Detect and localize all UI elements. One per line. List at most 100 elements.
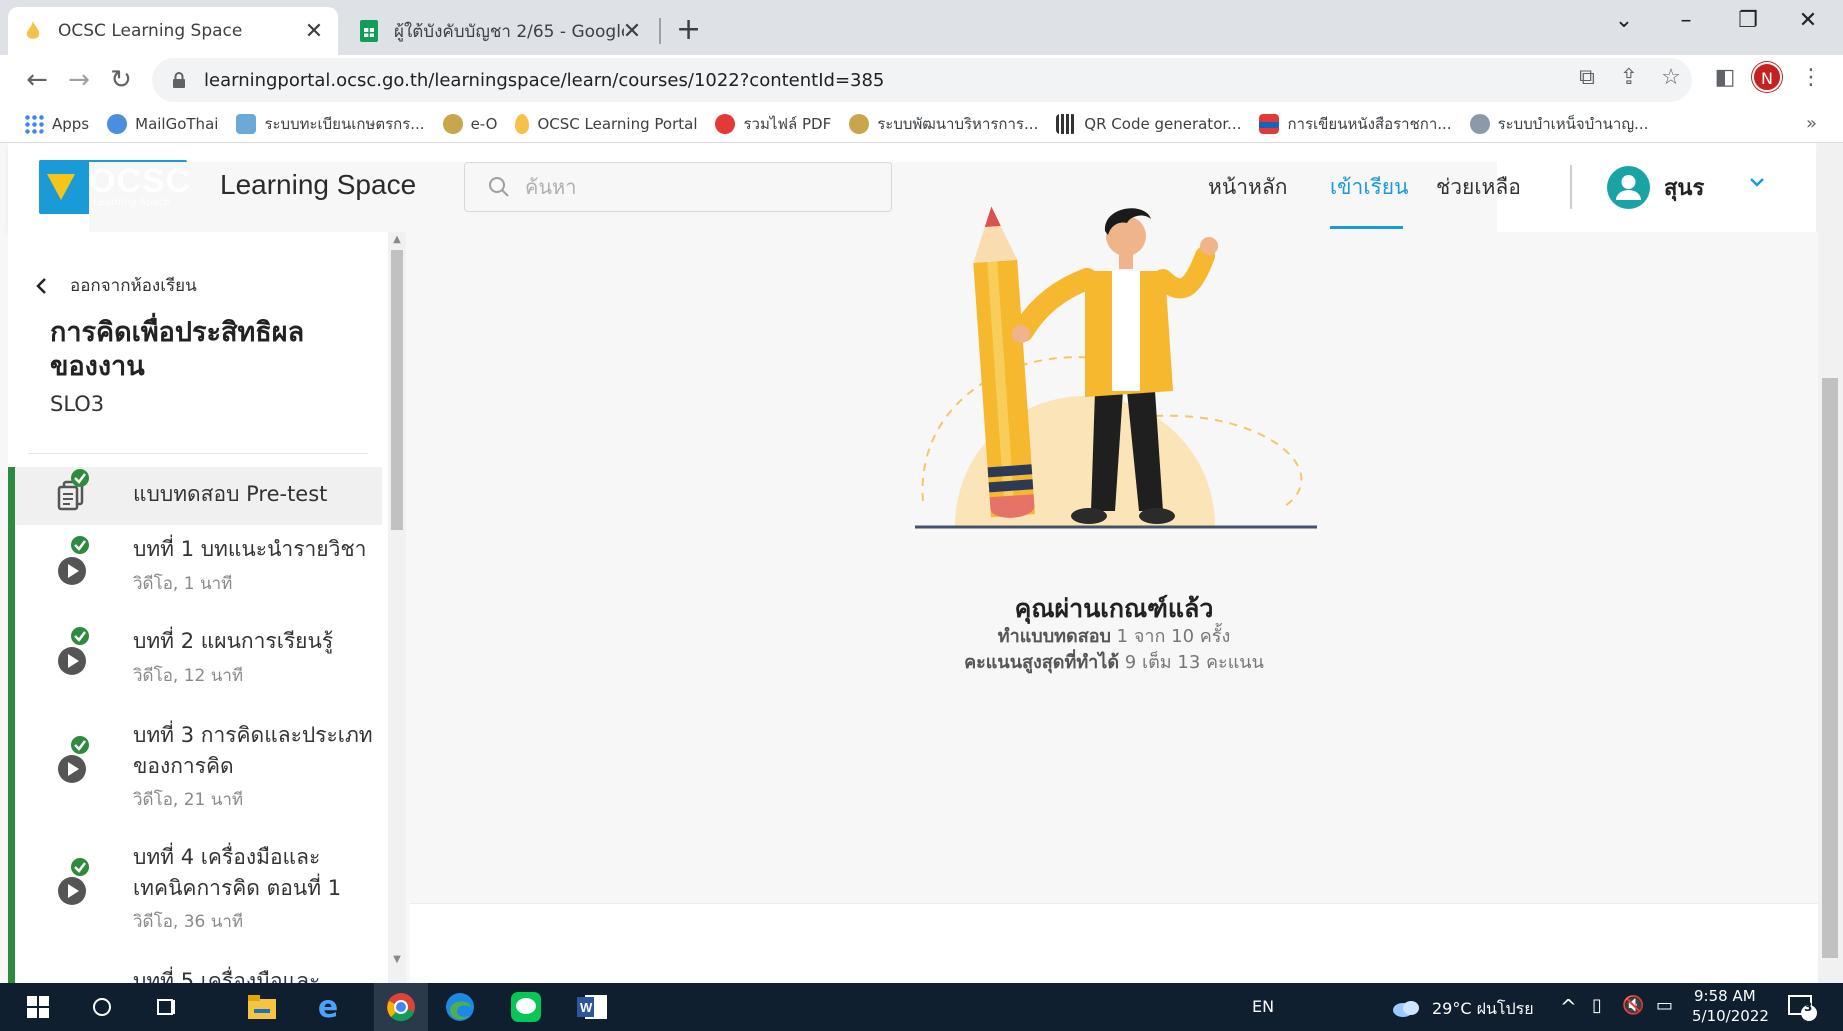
side-panel-icon[interactable]: ◧ — [1710, 65, 1740, 90]
browser-tab-ocsc[interactable]: OCSC Learning Space ✕ — [8, 7, 338, 55]
minimize-icon[interactable]: – — [1666, 8, 1706, 33]
course-code: SLO3 — [50, 392, 105, 416]
lesson-item-5[interactable]: บทที่ 5 เครื่องมือและ — [15, 960, 382, 983]
search-circle-icon[interactable] — [86, 991, 118, 1023]
bookmark-ocsc-portal[interactable]: OCSC Learning Portal — [515, 113, 697, 134]
url-text: learningportal.ocsc.go.th/learningspace/… — [204, 69, 885, 91]
profile-avatar[interactable]: N — [1752, 62, 1782, 92]
ocsc-logo[interactable]: OCSC Learning Space — [39, 160, 1497, 913]
chevron-up-icon[interactable]: ^ — [1560, 995, 1577, 1019]
share-icon[interactable]: ⇪ — [1614, 65, 1644, 90]
tab-separator — [659, 18, 661, 44]
lesson-meta: วิดีโอ, 12 นาที — [133, 666, 244, 686]
nav-enroll[interactable]: เข้าเรียน — [1330, 171, 1408, 204]
network-icon[interactable]: ▭ — [1656, 995, 1673, 1016]
task-view-icon[interactable] — [150, 991, 182, 1023]
chrome-icon[interactable] — [385, 991, 417, 1023]
nav-help[interactable]: ช่วยเหลือ — [1436, 171, 1521, 204]
edge-icon[interactable] — [444, 991, 476, 1023]
course-title: การคิดเพื่อประสิทธิผลของงาน — [50, 317, 305, 382]
tab-title: OCSC Learning Space — [58, 21, 243, 41]
bookmark-pdf[interactable]: รวมไฟล์ PDF — [715, 112, 831, 136]
notification-icon[interactable] — [1786, 991, 1818, 1023]
username[interactable]: สุนร — [1664, 170, 1704, 205]
page-scroll-thumb[interactable] — [1822, 378, 1838, 958]
bookmark-qr-code[interactable]: QR Code generator... — [1056, 113, 1241, 134]
sidebar-scroll-thumb[interactable] — [391, 250, 403, 530]
back-icon[interactable]: ← — [20, 63, 54, 97]
restore-icon[interactable]: ❐ — [1728, 8, 1768, 33]
close-window-icon[interactable]: ✕ — [1788, 8, 1828, 33]
line-icon[interactable] — [510, 991, 542, 1023]
user-avatar-icon[interactable] — [1607, 166, 1650, 209]
kebab-menu-icon[interactable]: ⋮ — [1796, 65, 1826, 90]
exit-classroom-link[interactable]: ออกจากห้องเรียน — [34, 272, 197, 299]
reload-icon[interactable]: ↻ — [104, 63, 138, 97]
lesson-item-pretest[interactable]: แบบทดสอบ Pre-test — [15, 467, 382, 525]
word-icon[interactable]: W — [576, 991, 608, 1023]
clock-time[interactable]: 9:58 AM — [1694, 987, 1756, 1005]
flame-icon — [515, 113, 530, 134]
attempts-value: 1 จาก 10 ครั้ง — [1116, 626, 1231, 647]
notification-count: 3 — [1804, 1000, 1813, 1014]
flame-icon — [22, 20, 44, 42]
bookmark-mailgothai[interactable]: MailGoThai — [107, 113, 218, 134]
emblem-icon — [442, 113, 463, 134]
lesson-title: บทที่ 5 เครื่องมือและ — [133, 969, 321, 983]
lesson-title: บทที่ 2 แผนการเรียนรู้ — [133, 629, 334, 653]
completed-check-icon — [71, 736, 89, 754]
translate-icon[interactable]: ⧉ — [1572, 65, 1602, 90]
browser-toolbar: ← → ↻ learningportal.ocsc.go.th/learning… — [0, 55, 1843, 105]
speaker-muted-icon[interactable]: 🔇 — [1622, 995, 1644, 1016]
play-icon — [58, 557, 86, 585]
scroll-up-icon[interactable]: ▲ — [391, 234, 403, 245]
search-input[interactable] — [525, 175, 865, 199]
lesson-item-3[interactable]: บทที่ 3 การคิดและประเภทของการคิด วิดีโอ,… — [15, 714, 382, 824]
more-bookmarks-icon[interactable]: » — [1806, 113, 1817, 134]
search-icon — [489, 177, 509, 197]
bookmark-pension[interactable]: ระบบบำเหน็จบำนาญ... — [1469, 112, 1648, 136]
content-footer — [410, 903, 1818, 983]
clock-date[interactable]: 5/10/2022 — [1692, 1007, 1769, 1025]
qr-code-icon — [1056, 113, 1077, 134]
weather-text[interactable]: 29°C ฝนโปรย — [1432, 997, 1534, 1022]
internet-explorer-icon[interactable]: e — [312, 990, 344, 1025]
farmer-registry-icon — [236, 113, 257, 134]
weather-cloud-icon[interactable] — [1390, 991, 1422, 1023]
lesson-title: บทที่ 1 บทแนะนำรายวิชา — [133, 537, 367, 561]
flag-icon — [1259, 113, 1280, 134]
score-value: 9 เต็ม 13 คะแนน — [1124, 652, 1264, 673]
lesson-item-1[interactable]: บทที่ 1 บทแนะนำรายวิชา วิดีโอ, 1 นาที — [15, 530, 382, 612]
device-icon[interactable]: ▯ — [1592, 995, 1602, 1016]
bookmark-apps[interactable]: Apps — [24, 113, 89, 134]
forward-icon[interactable]: → — [62, 63, 96, 97]
file-explorer-icon[interactable] — [246, 991, 278, 1023]
bookmark-official-letter[interactable]: การเขียนหนังสือราชกา... — [1259, 112, 1452, 136]
bookmark-star-icon[interactable]: ☆ — [1656, 65, 1686, 90]
input-language[interactable]: EN — [1252, 997, 1274, 1016]
browser-tab-bar: OCSC Learning Space ✕ ผู้ใต้บังคับบัญชา … — [0, 0, 1843, 55]
play-icon — [58, 647, 86, 675]
tab-search-icon[interactable]: ⌄ — [1604, 8, 1644, 33]
lesson-item-4[interactable]: บทที่ 4 เครื่องมือและเทคนิคการคิด ตอนที่… — [15, 836, 382, 946]
new-tab-icon[interactable]: + — [676, 12, 701, 47]
close-tab-icon[interactable]: ✕ — [302, 19, 326, 44]
bookmark-farmer-registry[interactable]: ระบบทะเบียนเกษตรกร... — [236, 112, 425, 136]
close-tab-icon[interactable]: ✕ — [620, 19, 644, 44]
bookmark-management[interactable]: ระบบพัฒนาบริหารการ... — [849, 112, 1038, 136]
mailgothai-icon — [107, 113, 128, 134]
search-box[interactable] — [464, 162, 892, 212]
bookmark-e-o[interactable]: e-O — [442, 113, 497, 134]
scroll-down-icon[interactable]: ▼ — [391, 954, 403, 965]
page-viewport: OCSC Learning Space Learning Space หน้าห… — [0, 143, 1843, 983]
score-label: คะแนนสูงสุดที่ทำได้ — [964, 652, 1120, 673]
windows-start-icon[interactable] — [22, 991, 54, 1023]
globe-icon — [1469, 113, 1490, 134]
lesson-item-2[interactable]: บทที่ 2 แผนการเรียนรู้ วิดีโอ, 12 นาที — [15, 622, 382, 704]
browser-tab-sheets[interactable]: ผู้ใต้บังคับบัญชา 2/65 - Google She ✕ — [344, 7, 656, 55]
chevron-down-icon[interactable] — [1748, 173, 1766, 191]
address-bar[interactable]: learningportal.ocsc.go.th/learningspace/… — [152, 58, 1692, 102]
progress-bar — [8, 467, 15, 983]
nav-home[interactable]: หน้าหลัก — [1208, 171, 1287, 204]
score-stat: คะแนนสูงสุดที่ทำได้ 9 เต็ม 13 คะแนน — [410, 647, 1818, 676]
